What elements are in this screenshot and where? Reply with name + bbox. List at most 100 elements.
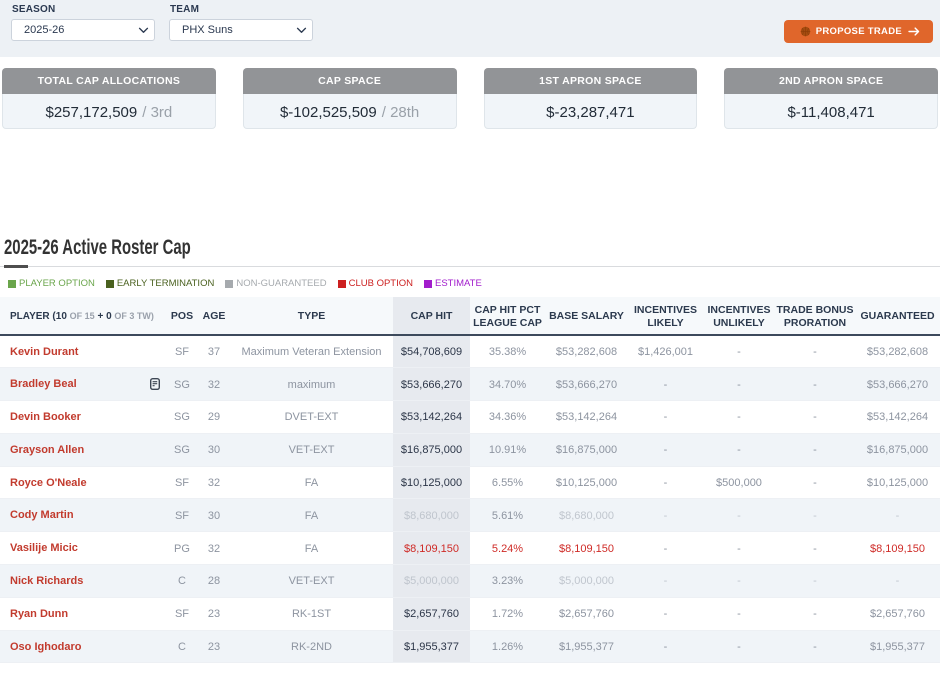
cell-inc-unlikely: - (703, 565, 775, 598)
player-name-link[interactable]: Bradley Beal (10, 378, 77, 390)
cell-pct: 34.36% (470, 401, 545, 434)
player-name-link[interactable]: Ryan Dunn (10, 608, 68, 620)
title-underline (0, 266, 940, 269)
column-header-pct[interactable]: CAP HIT PCTLEAGUE CAP (470, 297, 545, 335)
column-header-inc-likely[interactable]: INCENTIVESLIKELY (628, 297, 703, 335)
player-name-link[interactable]: Cody Martin (10, 509, 74, 521)
table-row: Grayson AllenSG30VET-EXT$16,875,00010.91… (0, 433, 940, 466)
cell-inc-unlikely: - (703, 401, 775, 434)
cell-type: RK-1ST (230, 597, 393, 630)
cell-guaranteed: $1,955,377 (855, 630, 940, 663)
legend-item-estimate: ESTIMATE (424, 278, 482, 289)
cell-pos: SG (166, 368, 198, 401)
cell-inc-likely: - (628, 466, 703, 499)
table-row: Ryan DunnSF23RK-1ST$2,657,7601.72%$2,657… (0, 597, 940, 630)
cell-type: DVET-EXT (230, 401, 393, 434)
cell-guaranteed: $10,125,000 (855, 466, 940, 499)
card-total-cap-allocations: TOTAL CAP ALLOCATIONS $257,172,509 / 3rd (2, 68, 216, 129)
cell-inc-unlikely: - (703, 630, 775, 663)
table-row: Nick RichardsC28VET-EXT$5,000,0003.23%$5… (0, 565, 940, 598)
column-header-guaranteed[interactable]: GUARANTEED (855, 297, 940, 335)
player-name-link[interactable]: Royce O'Neale (10, 477, 87, 489)
table-row: Royce O'NealeSF32FA$10,125,0006.55%$10,1… (0, 466, 940, 499)
card-cap-space: CAP SPACE $-102,525,509 / 28th (243, 68, 457, 129)
filters: SEASON 2025-26 TEAM PHX Suns (11, 4, 313, 57)
column-header-type[interactable]: TYPE (230, 297, 393, 335)
column-header-trade-bonus[interactable]: TRADE BONUSPRORATION (775, 297, 855, 335)
season-label: SEASON (12, 4, 155, 15)
legend-label: ESTIMATE (435, 278, 482, 289)
roster-cap-table: PLAYER (10 OF 15 + 0 OF 3 TW) POSAGETYPE… (0, 297, 940, 663)
basketball-icon (800, 26, 811, 37)
cell-age: 28 (198, 565, 230, 598)
cell-cap-hit: $53,666,270 (393, 368, 470, 401)
player-name-link[interactable]: Grayson Allen (10, 444, 84, 456)
column-header-player[interactable]: PLAYER (10 OF 15 + 0 OF 3 TW) (0, 297, 166, 335)
card-value: $-102,525,509 (280, 104, 377, 121)
cell-pct: 5.24% (470, 532, 545, 565)
cell-pos: C (166, 630, 198, 663)
player-cell: Vasilije Micic (0, 532, 166, 565)
cell-cap-hit: $2,657,760 (393, 597, 470, 630)
cell-inc-likely: - (628, 532, 703, 565)
page-title: 2025-26 Active Roster Cap (4, 236, 671, 260)
card-2nd-apron-space: 2ND APRON SPACE $-11,408,471 (724, 68, 938, 129)
cell-type: FA (230, 499, 393, 532)
cell-age: 30 (198, 499, 230, 532)
table-row: Cody MartinSF30FA$8,680,0005.61%$8,680,0… (0, 499, 940, 532)
legend-item-non-guaranteed: NON-GUARANTEED (225, 278, 326, 289)
cell-base: $10,125,000 (545, 466, 628, 499)
propose-trade-button[interactable]: PROPOSE TRADE (784, 20, 933, 43)
propose-trade-label: PROPOSE TRADE (816, 26, 902, 37)
cell-base: $1,955,377 (545, 630, 628, 663)
card-value: $257,172,509 (45, 104, 137, 121)
legend-label: NON-GUARANTEED (236, 278, 326, 289)
legend-item-early-termination: EARLY TERMINATION (106, 278, 214, 289)
cell-inc-unlikely: - (703, 433, 775, 466)
cell-pos: SF (166, 597, 198, 630)
cell-trade-bonus: - (775, 335, 855, 368)
cell-pos: SF (166, 335, 198, 368)
cell-guaranteed: $2,657,760 (855, 597, 940, 630)
cell-inc-unlikely: - (703, 335, 775, 368)
contract-note-icon (150, 378, 160, 390)
cell-guaranteed: $53,666,270 (855, 368, 940, 401)
player-name-link[interactable]: Oso Ighodaro (10, 641, 82, 653)
cell-base: $8,680,000 (545, 499, 628, 532)
season-select[interactable]: 2025-26 (11, 19, 155, 41)
cell-trade-bonus: - (775, 532, 855, 565)
player-name-link[interactable]: Vasilije Micic (10, 542, 78, 554)
player-cell: Cody Martin (0, 499, 166, 532)
cell-inc-unlikely: - (703, 597, 775, 630)
table-row: Vasilije MicicPG32FA$8,109,1505.24%$8,10… (0, 532, 940, 565)
column-header-cap-hit[interactable]: CAP HIT (393, 297, 470, 335)
cell-trade-bonus: - (775, 368, 855, 401)
player-name-link[interactable]: Devin Booker (10, 411, 81, 423)
cell-trade-bonus: - (775, 401, 855, 434)
cell-pct: 34.70% (470, 368, 545, 401)
column-header-age[interactable]: AGE (198, 297, 230, 335)
cell-base: $53,666,270 (545, 368, 628, 401)
player-name-link[interactable]: Kevin Durant (10, 346, 78, 358)
column-header-inc-unlikely[interactable]: INCENTIVESUNLIKELY (703, 297, 775, 335)
cell-age: 32 (198, 466, 230, 499)
column-header-base[interactable]: BASE SALARY (545, 297, 628, 335)
cell-cap-hit: $53,142,264 (393, 401, 470, 434)
cell-type: Maximum Veteran Extension (230, 335, 393, 368)
cell-age: 37 (198, 335, 230, 368)
cell-pct: 10.91% (470, 433, 545, 466)
player-cell: Bradley Beal (0, 368, 166, 401)
table-row: Bradley BealSG32maximum$53,666,27034.70%… (0, 368, 940, 401)
card-title: TOTAL CAP ALLOCATIONS (2, 68, 216, 94)
team-field: TEAM PHX Suns (169, 4, 313, 57)
team-select[interactable]: PHX Suns (169, 19, 313, 41)
player-name-link[interactable]: Nick Richards (10, 575, 83, 587)
column-header-pos[interactable]: POS (166, 297, 198, 335)
cell-age: 23 (198, 597, 230, 630)
cell-cap-hit: $8,680,000 (393, 499, 470, 532)
cell-base: $16,875,000 (545, 433, 628, 466)
card-rank: / 3rd (142, 104, 172, 121)
cell-guaranteed: - (855, 565, 940, 598)
contract-note-button[interactable] (150, 378, 160, 390)
top-bar: SEASON 2025-26 TEAM PHX Suns PROPOSE TRA… (0, 0, 940, 57)
